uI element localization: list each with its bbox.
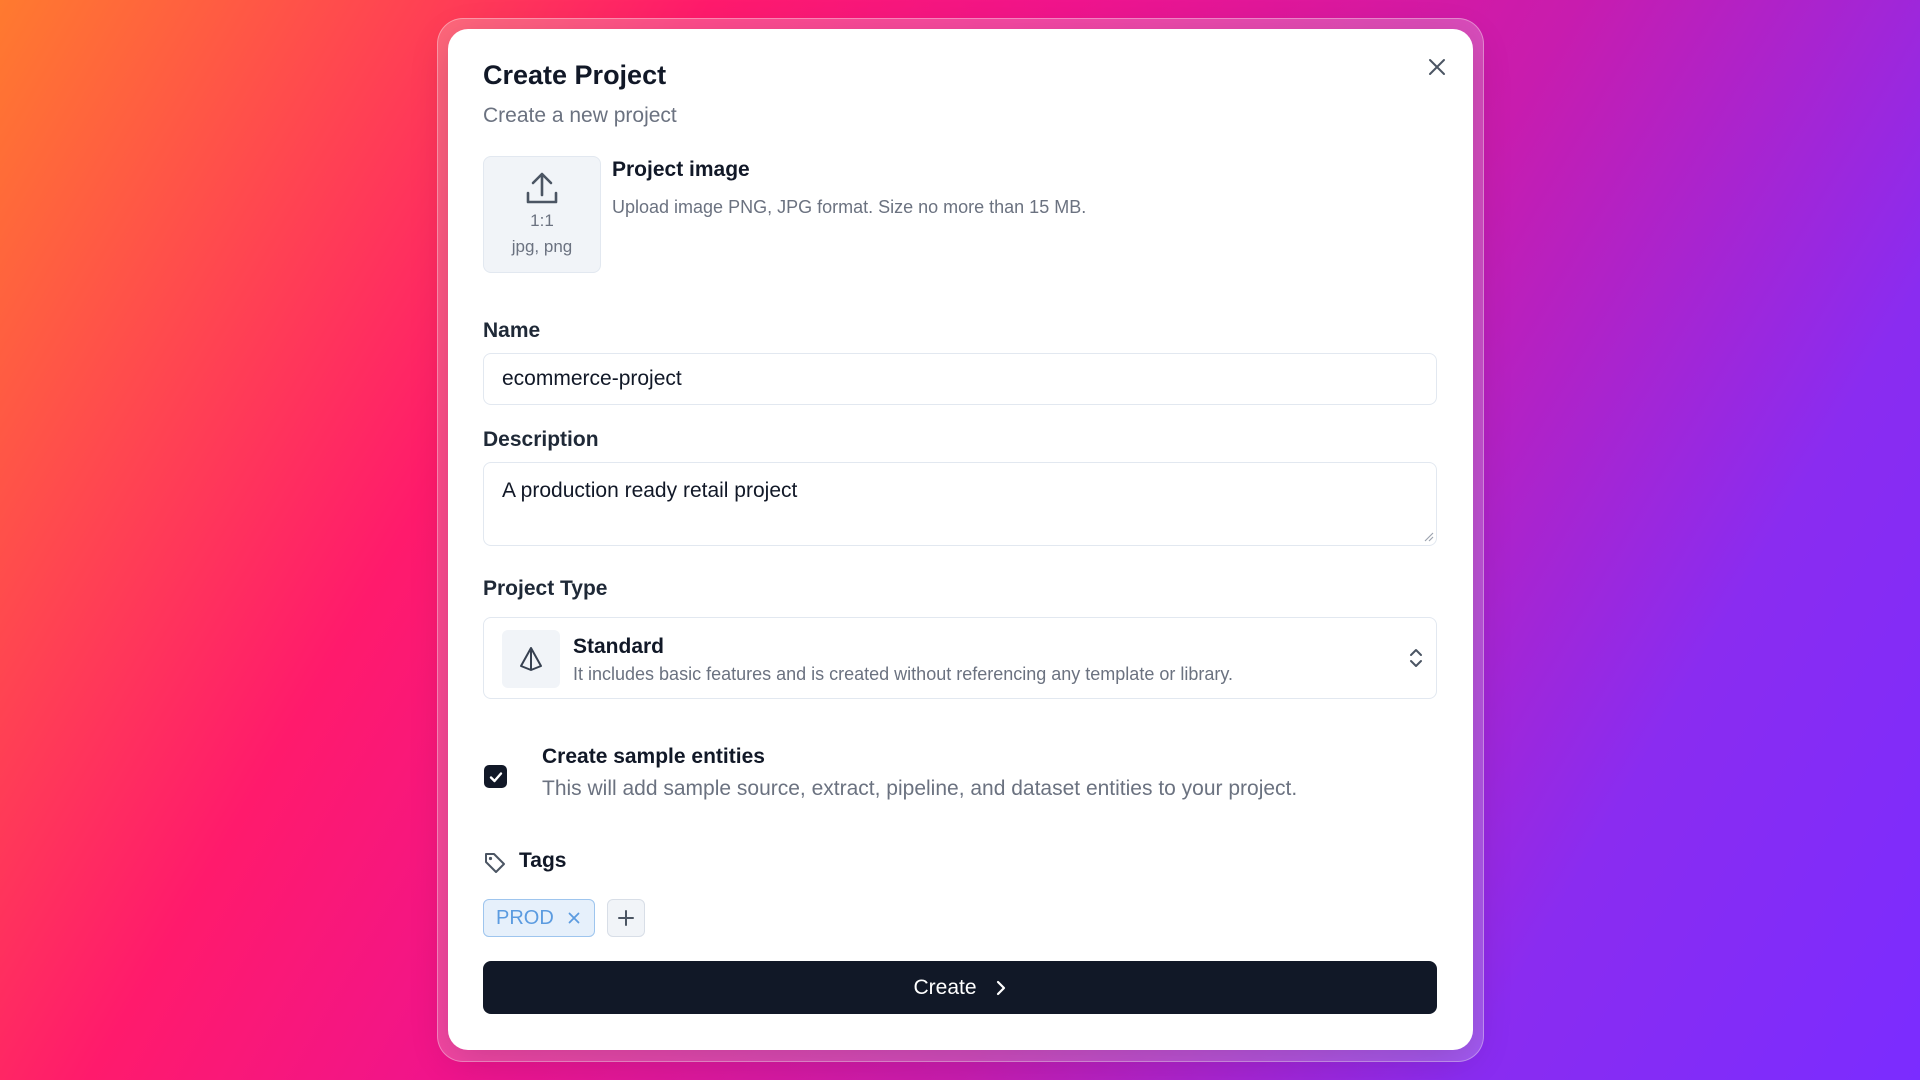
close-icon (1429, 59, 1445, 75)
tag-chip-label: PROD (496, 906, 554, 929)
close-button[interactable] (1420, 50, 1454, 84)
chevron-up-down-icon (1410, 649, 1422, 667)
chevron-right-icon (996, 980, 1005, 995)
create-button-label: Create (913, 975, 977, 999)
sample-entities-title: Create sample entities (542, 745, 765, 768)
project-type-select[interactable]: Standard It includes basic features and … (483, 617, 1437, 699)
project-image-upload[interactable]: 1:1 jpg, png (483, 156, 601, 273)
project-type-selected-title: Standard (573, 635, 665, 658)
add-tag-button[interactable] (607, 899, 645, 937)
project-type-selected-description: It includes basic features and is create… (573, 664, 1234, 684)
upload-icon (526, 172, 558, 204)
upload-formats: jpg, png (511, 237, 573, 256)
sample-entities-description: This will add sample source, extract, pi… (542, 777, 1298, 800)
project-type-icon-tile (502, 630, 560, 688)
upload-ratio: 1:1 (530, 211, 554, 230)
description-label: Description (483, 428, 599, 451)
resize-grip-icon[interactable] (1424, 532, 1434, 542)
create-button[interactable]: Create (483, 961, 1437, 1014)
cube-icon (520, 647, 542, 671)
sample-entities-checkbox[interactable] (484, 765, 507, 788)
project-image-label: Project image (612, 158, 750, 181)
name-label: Name (483, 319, 541, 342)
name-input[interactable] (483, 353, 1437, 405)
remove-tag-button[interactable] (568, 912, 580, 924)
project-type-label: Project Type (483, 577, 608, 600)
close-icon (568, 912, 580, 924)
tags-label: Tags (519, 849, 567, 872)
description-textarea[interactable]: A production ready retail project (483, 462, 1437, 546)
dialog-title: Create Project (483, 60, 667, 90)
project-image-help: Upload image PNG, JPG format. Size no mo… (612, 197, 1087, 217)
dialog-subtitle: Create a new project (483, 104, 677, 127)
tag-chip: PROD (483, 899, 595, 937)
tag-icon (485, 853, 505, 873)
plus-icon (618, 910, 634, 926)
checkmark-icon (489, 771, 502, 782)
